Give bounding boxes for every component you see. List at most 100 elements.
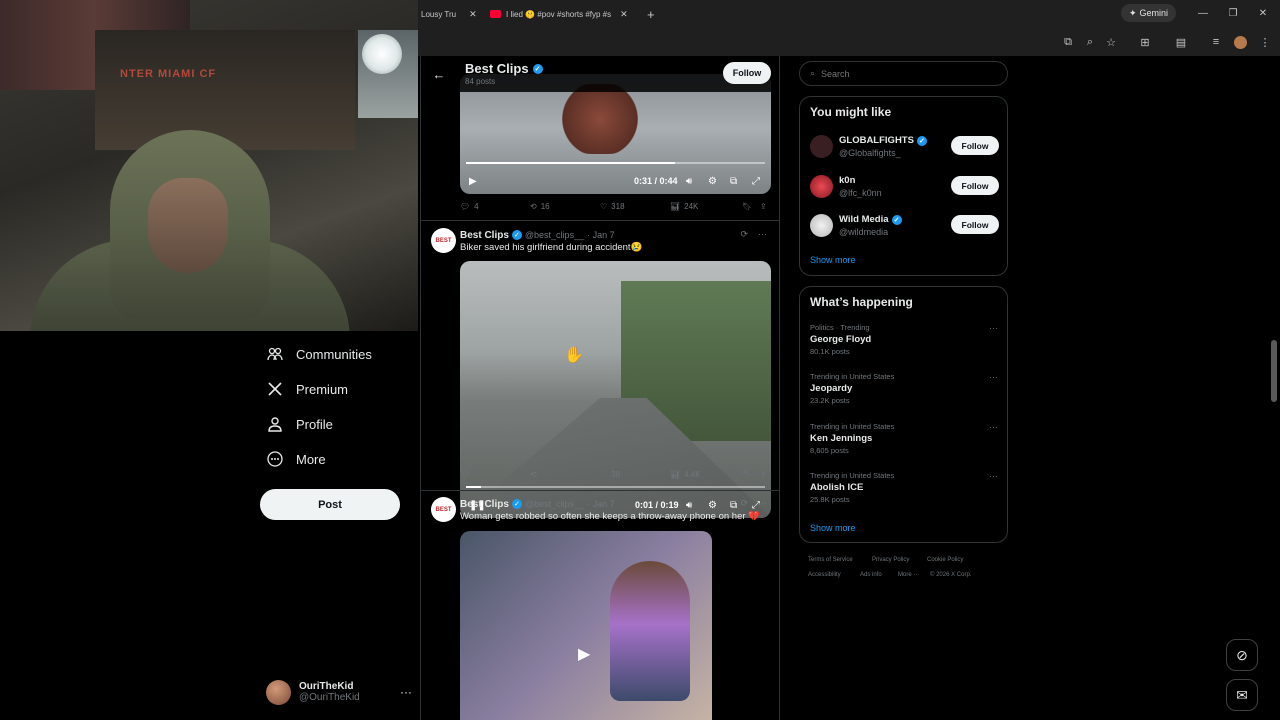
tweet-date[interactable]: · Jan 7 (587, 230, 615, 240)
settings-gear-icon[interactable]: ⚙ (708, 500, 717, 511)
media-control-icon[interactable]: ≡ (1208, 34, 1224, 50)
trend-item[interactable]: Trending in United States Abolish ICE 25… (810, 471, 1000, 511)
more-dots-icon[interactable]: ··· (758, 229, 767, 240)
author-handle[interactable]: @best_clips__ (525, 499, 584, 509)
views-button[interactable]: 📊︎ 4.4K (670, 470, 701, 479)
star-icon[interactable]: ☆ (1103, 34, 1119, 50)
video-progress-bar[interactable] (466, 486, 765, 488)
sidebar-item-premium[interactable]: Premium (266, 373, 348, 405)
avatar[interactable]: BEST (431, 228, 456, 253)
video-player[interactable]: ▶ (460, 531, 712, 720)
author-name[interactable]: Best Clips (460, 499, 509, 510)
share-button[interactable]: ⇪ (760, 470, 767, 479)
video-player[interactable]: ▶ 0:31 / 0:44 🔊︎ ⚙ ⧉ ⤢ (460, 74, 771, 194)
avatar[interactable]: BEST (431, 497, 456, 522)
share-button[interactable]: ⇪ (760, 202, 767, 211)
new-tab-button[interactable]: + (647, 4, 655, 24)
close-window-button[interactable]: ✕ (1253, 4, 1273, 22)
sidebar-item-profile[interactable]: Profile (266, 408, 333, 440)
back-arrow-icon[interactable]: ← (431, 66, 447, 82)
more-dots-icon[interactable]: ··· (989, 372, 998, 382)
trend-topic: Abolish ICE (810, 482, 864, 493)
tweet-date[interactable]: · Jan 7 (587, 499, 615, 509)
fullscreen-icon[interactable]: ⤢ (752, 176, 760, 187)
volume-icon[interactable]: 🔊︎ (686, 176, 692, 187)
video-frame-subject (610, 561, 690, 701)
zoom-icon[interactable]: ⌕ (1082, 34, 1098, 50)
youtube-icon (490, 10, 501, 18)
play-icon[interactable]: ▶ (578, 644, 590, 664)
footer-privacy-link[interactable]: Privacy Policy (872, 557, 909, 563)
footer-terms-link[interactable]: Terms of Service (808, 557, 853, 563)
author-name[interactable]: Best Clips (460, 230, 509, 241)
play-icon[interactable]: ▶ (469, 176, 477, 187)
more-dots-icon[interactable]: ··· (989, 471, 998, 481)
views-button[interactable]: 📊︎ 24K (670, 202, 698, 211)
like-button[interactable]: ♡ 318 (600, 202, 625, 211)
volume-icon[interactable]: 🔊︎ (686, 500, 692, 511)
account-handle: @Globalfights_ (839, 148, 901, 158)
scrollbar[interactable] (1271, 340, 1277, 402)
search-icon: ⌕ (810, 68, 816, 78)
footer-more-link[interactable]: More ··· (898, 572, 919, 578)
follow-button[interactable]: Follow (723, 62, 771, 84)
browser-tab[interactable]: Lousy Tru ✕ (421, 4, 477, 24)
footer-ads-link[interactable]: Ads info (860, 572, 882, 578)
like-button[interactable]: ♡ 38 (600, 470, 620, 479)
trend-post-count: 25.8K posts (810, 495, 850, 504)
minimize-button[interactable]: — (1193, 4, 1213, 22)
close-icon[interactable]: ✕ (620, 9, 628, 20)
follow-button[interactable]: Follow (951, 176, 999, 195)
suggested-account[interactable]: GLOBALFIGHTS ✓ @Globalfights_ Follow (810, 133, 1000, 163)
reply-button[interactable]: 💬︎ (460, 470, 474, 479)
account-switcher[interactable]: OuriTheKid @OuriTheKid ··· (266, 676, 412, 708)
bookmark-button[interactable]: 🔖︎ (742, 202, 752, 211)
settings-gear-icon[interactable]: ⚙ (708, 176, 717, 187)
trend-item[interactable]: Trending in United States Jeopardy 23.2K… (810, 372, 1000, 412)
suggested-account[interactable]: k0n @lfc_k0nn Follow (810, 173, 1000, 203)
picture-in-picture-icon[interactable]: ⧉ (730, 176, 737, 187)
sidebar-item-communities[interactable]: Communities (266, 338, 372, 370)
follow-button[interactable]: Follow (951, 136, 999, 155)
kebab-menu-icon[interactable]: ⋮ (1257, 34, 1273, 50)
profile-avatar-icon[interactable] (1232, 34, 1248, 50)
plus-icon: + (647, 6, 655, 22)
install-icon[interactable]: ⧉ (1060, 34, 1076, 50)
repost-button[interactable]: ⟲ 16 (530, 202, 550, 211)
more-dots-icon[interactable]: ··· (758, 498, 767, 509)
picture-in-picture-icon[interactable]: ⧉ (730, 500, 737, 511)
extensions-icon[interactable]: ⊞ (1137, 34, 1153, 50)
grok-icon[interactable]: ⟳ (740, 229, 748, 240)
suggested-account[interactable]: Wild Media ✓ @wildmedia Follow (810, 212, 1000, 242)
post-button[interactable]: Post (260, 489, 400, 520)
footer-accessibility-link[interactable]: Accessibility (808, 572, 841, 578)
tweet-text: Woman gets robbed so often she keeps a t… (460, 511, 760, 522)
reply-button[interactable]: 💬︎ 4 (460, 202, 479, 211)
video-progress-bar[interactable] (466, 162, 765, 164)
panel-title: What’s happening (810, 295, 913, 309)
grok-button[interactable]: ⊘ (1226, 639, 1258, 671)
author-handle[interactable]: @best_clips__ (525, 230, 584, 240)
sidebar-item-more[interactable]: More (266, 443, 326, 475)
trend-item[interactable]: Trending in United States Ken Jennings 8… (810, 422, 1000, 462)
more-dots-icon[interactable]: ··· (989, 323, 998, 333)
divider (421, 220, 779, 221)
messages-button[interactable]: ✉ (1226, 679, 1258, 711)
heart-icon: ♡ (600, 202, 608, 211)
restore-button[interactable]: ❐ (1223, 4, 1243, 22)
repost-button[interactable]: ⟲ (530, 470, 541, 479)
search-box[interactable]: ⌕ (799, 61, 1008, 86)
bookmark-button[interactable]: 🔖︎ (742, 470, 752, 479)
split-view-icon[interactable]: ▤ (1173, 34, 1189, 50)
search-input[interactable] (821, 68, 992, 79)
trend-item[interactable]: Politics · Trending George Floyd 80.1K p… (810, 323, 1000, 363)
footer-cookie-link[interactable]: Cookie Policy (927, 557, 963, 563)
more-dots-icon[interactable]: ··· (989, 422, 998, 432)
gemini-button[interactable]: ✦ Gemini (1121, 4, 1176, 22)
grok-icon[interactable]: ⟳ (740, 498, 748, 509)
browser-tab-active[interactable]: I lied 🤫 #pov #shorts #fyp #s ✕ (490, 4, 628, 24)
show-more-link[interactable]: Show more (810, 523, 856, 533)
show-more-link[interactable]: Show more (810, 255, 856, 265)
close-icon[interactable]: ✕ (469, 9, 477, 20)
follow-button[interactable]: Follow (951, 215, 999, 234)
